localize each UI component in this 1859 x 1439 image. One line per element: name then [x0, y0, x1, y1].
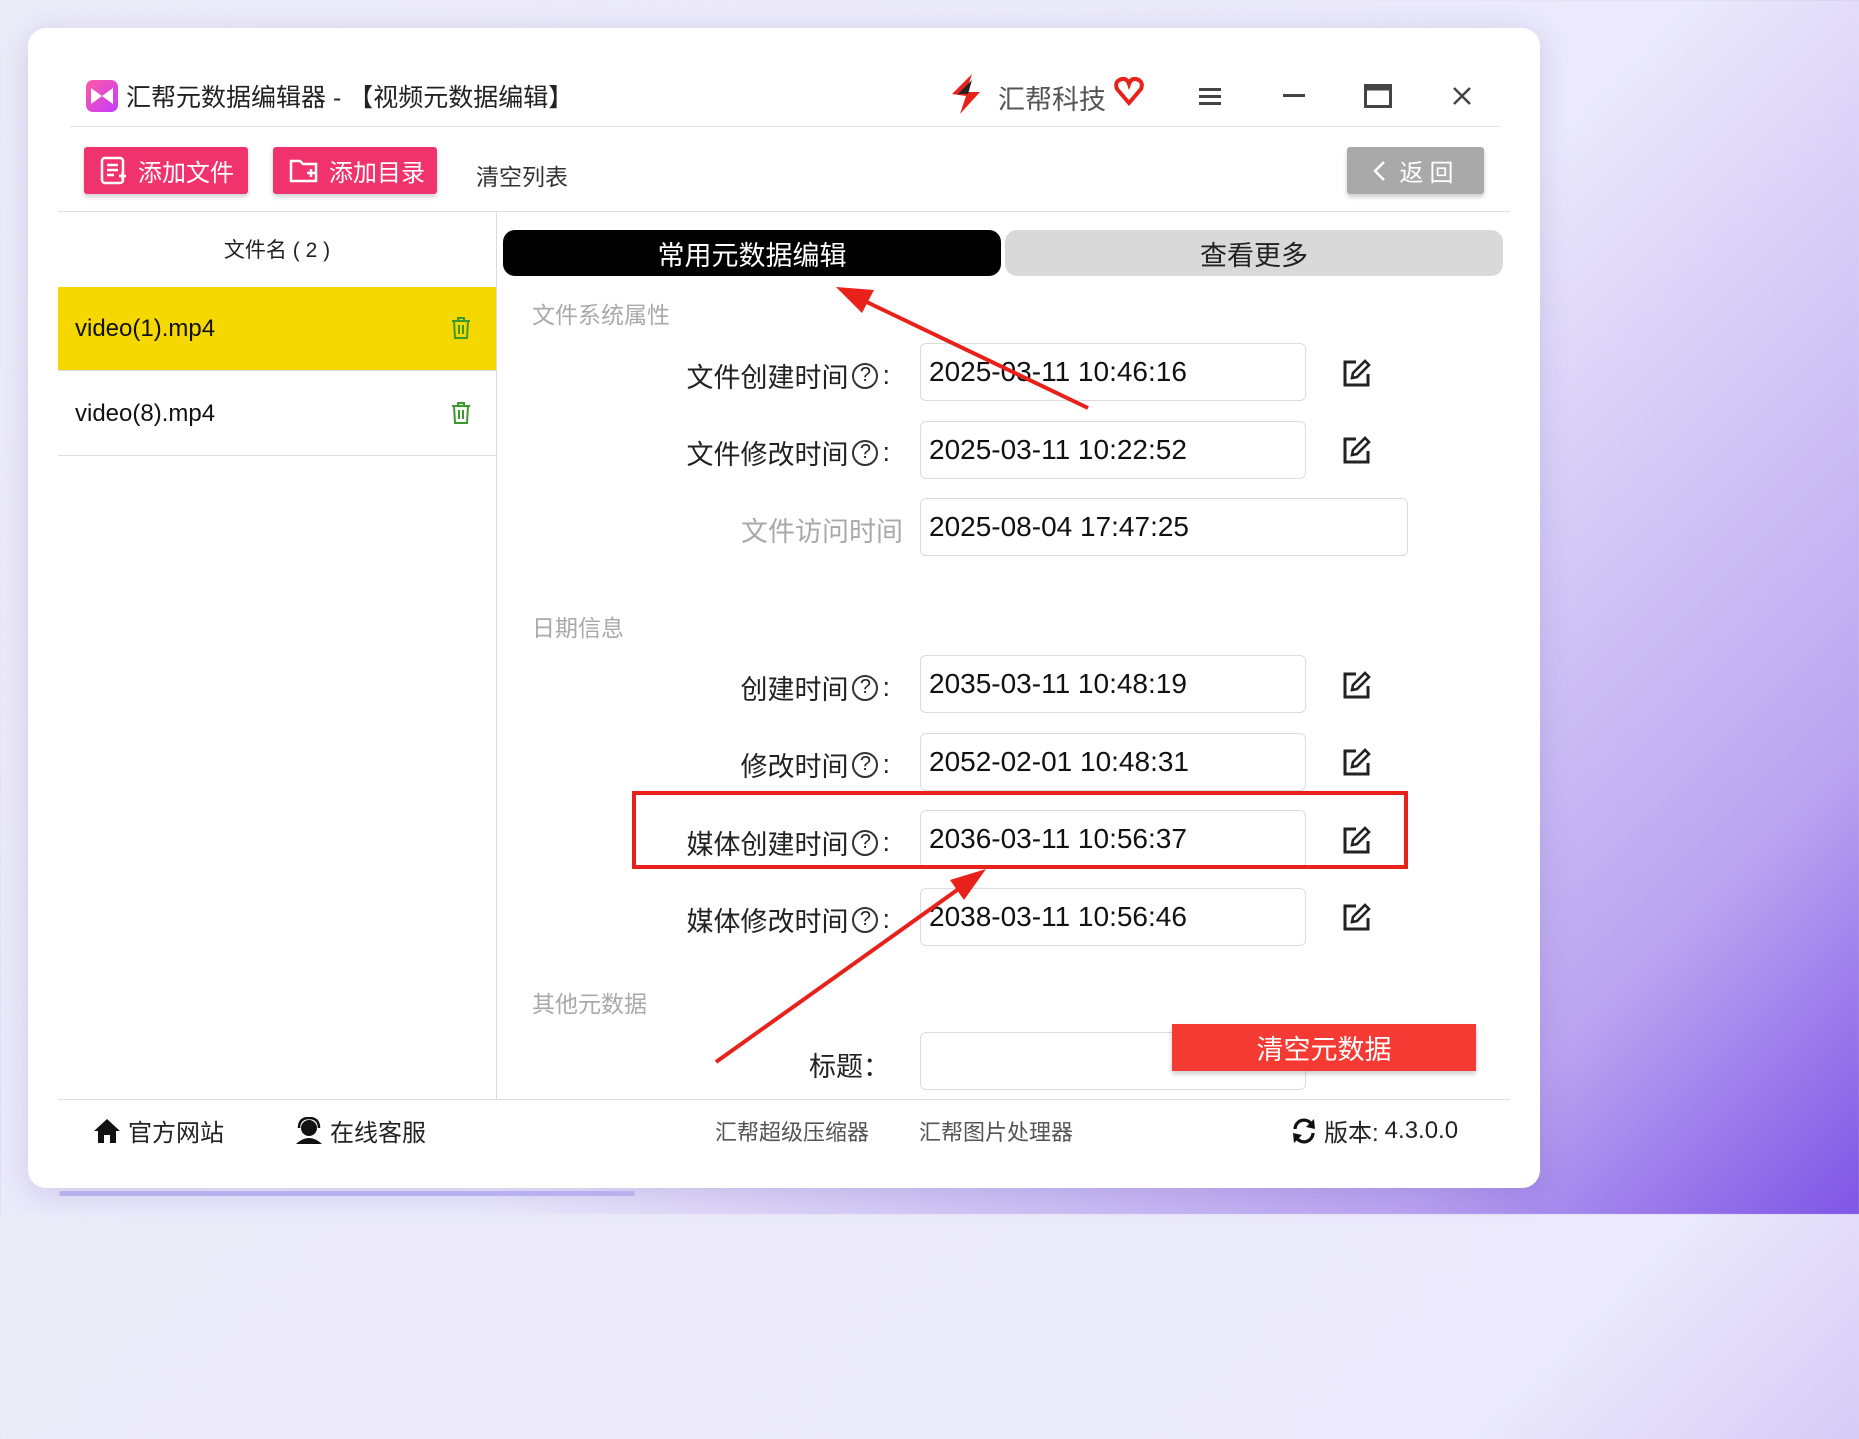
- field-label: 创建时间 ?:: [740, 668, 890, 707]
- app-logo-icon: [86, 80, 118, 112]
- field-label: 标题：: [809, 1045, 890, 1084]
- edit-icon[interactable]: [1340, 435, 1372, 467]
- field-label-text: 创建时间: [740, 675, 849, 705]
- help-icon[interactable]: ?: [852, 674, 879, 701]
- maximize-icon[interactable]: [1356, 76, 1400, 116]
- trash-icon[interactable]: [450, 316, 472, 347]
- file-list-item[interactable]: video(8).mp4: [58, 372, 496, 456]
- file-list-icon: [100, 156, 126, 184]
- edit-icon[interactable]: [1340, 670, 1372, 702]
- version-label: 版本:: [1324, 1120, 1379, 1147]
- minimize-icon[interactable]: [1272, 76, 1316, 116]
- clear-list-button[interactable]: 清空列表: [476, 158, 568, 192]
- chevron-left-icon: [1372, 160, 1385, 181]
- tab-view-more[interactable]: 查看更多: [1005, 230, 1503, 276]
- add-file-button[interactable]: 添加文件: [84, 147, 248, 194]
- refresh-icon: [1293, 1118, 1315, 1143]
- field-label: 文件修改时间 ?:: [686, 433, 890, 472]
- file-created-time-input[interactable]: 2025-03-11 10:46:16: [920, 343, 1306, 401]
- help-icon[interactable]: ?: [852, 906, 879, 933]
- modified-time-input[interactable]: 2052-02-01 10:48:31: [920, 733, 1306, 791]
- field-label-text: 标题：: [809, 1052, 890, 1082]
- brand-logo-icon: [946, 72, 986, 121]
- file-modified-time-input[interactable]: 2025-03-11 10:22:52: [920, 421, 1306, 479]
- image-tool-link[interactable]: 汇帮图片处理器: [919, 1115, 1073, 1147]
- support-link[interactable]: 在线客服: [294, 1113, 426, 1148]
- title-divider: [70, 126, 1500, 127]
- field-label-text: 修改时间: [740, 752, 849, 782]
- field-label: 修改时间 ?:: [740, 745, 890, 784]
- media-modified-time-input[interactable]: 2038-03-11 10:56:46: [920, 888, 1306, 946]
- version-info[interactable]: 版本: 4.3.0.0: [1290, 1113, 1458, 1148]
- compressor-link[interactable]: 汇帮超级压缩器: [715, 1115, 869, 1147]
- add-file-label: 添加文件: [138, 160, 234, 187]
- website-link[interactable]: 官方网站: [92, 1113, 224, 1148]
- edit-icon[interactable]: [1340, 358, 1372, 390]
- back-label: 返回: [1399, 160, 1460, 187]
- file-name: video(1).mp4: [75, 314, 216, 342]
- folder-add-icon: [289, 159, 318, 182]
- add-directory-label: 添加目录: [329, 160, 425, 187]
- field-label: 文件创建时间 ?:: [686, 356, 890, 395]
- back-button[interactable]: 返回: [1347, 147, 1484, 194]
- annotation-highlight-box: [632, 791, 1408, 869]
- help-icon[interactable]: ?: [852, 751, 879, 778]
- file-list-panel: 文件名 ( 2 ) video(1).mp4 video(8).mp4: [58, 212, 497, 1099]
- help-icon[interactable]: ?: [852, 439, 879, 466]
- section-title-other: 其他元数据: [532, 991, 647, 1017]
- field-label-text: 文件访问时间: [741, 517, 903, 547]
- clear-metadata-button[interactable]: 清空元数据: [1172, 1024, 1476, 1071]
- trash-icon[interactable]: [450, 401, 472, 432]
- home-icon: [94, 1118, 120, 1143]
- close-icon[interactable]: [1440, 76, 1484, 116]
- field-label-text: 文件修改时间: [686, 440, 849, 470]
- add-directory-button[interactable]: 添加目录: [273, 147, 437, 194]
- tab-common-metadata[interactable]: 常用元数据编辑: [503, 230, 1001, 276]
- window-title: 汇帮元数据编辑器 - 【视频元数据编辑】: [126, 84, 574, 112]
- support-label: 在线客服: [330, 1120, 426, 1147]
- file-name: video(8).mp4: [75, 399, 216, 427]
- scroll-indicator: [59, 1191, 635, 1196]
- field-label: 媒体修改时间 ?:: [686, 900, 890, 939]
- field-label-text: 文件创建时间: [686, 363, 849, 393]
- field-label: 文件访问时间: [741, 510, 903, 549]
- field-label-text: 媒体修改时间: [686, 907, 849, 937]
- support-agent-icon: [296, 1116, 322, 1144]
- section-title-filesystem: 文件系统属性: [532, 302, 670, 328]
- file-list-item[interactable]: video(1).mp4: [58, 287, 496, 371]
- created-time-input[interactable]: 2035-03-11 10:48:19: [920, 655, 1306, 713]
- file-accessed-time-input: 2025-08-04 17:47:25: [920, 498, 1408, 556]
- website-label: 官方网站: [128, 1120, 224, 1147]
- edit-icon[interactable]: [1340, 747, 1372, 779]
- help-icon[interactable]: ?: [852, 362, 879, 389]
- edit-icon[interactable]: [1340, 902, 1372, 934]
- app-window: 汇帮元数据编辑器 - 【视频元数据编辑】 汇帮科技 添加文件 添加目录 清空列表…: [28, 28, 1540, 1188]
- file-list-header: 文件名 ( 2 ): [223, 239, 331, 262]
- menu-icon[interactable]: [1188, 76, 1232, 116]
- section-title-date: 日期信息: [532, 615, 624, 641]
- version-number: 4.3.0.0: [1384, 1116, 1459, 1144]
- heart-icon: [1114, 76, 1144, 111]
- brand-name: 汇帮科技: [998, 85, 1106, 115]
- footer-divider: [58, 1099, 1510, 1100]
